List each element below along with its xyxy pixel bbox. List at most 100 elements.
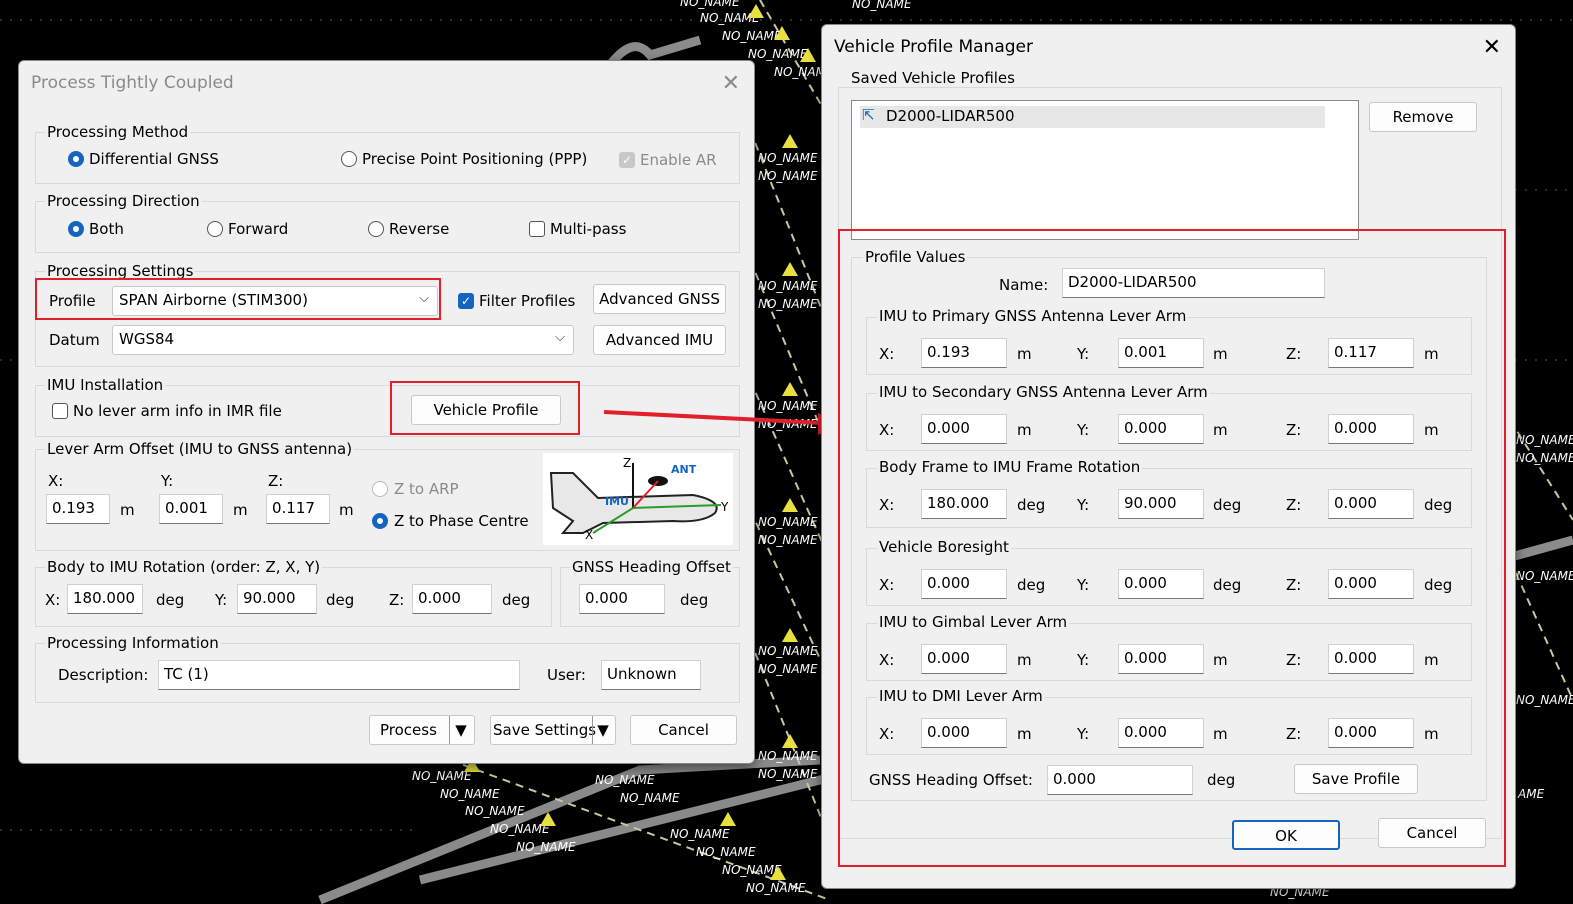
map-label: NO_NAME bbox=[1516, 693, 1573, 707]
imu-installation-label: IMU Installation bbox=[45, 376, 166, 394]
lever-y-label: Y: bbox=[161, 472, 174, 490]
body-rotation-label: Body to IMU Rotation (order: Z, X, Y) bbox=[45, 558, 323, 576]
enable-ar-checkbox: ✓ bbox=[619, 152, 635, 168]
aircraft-diagram: Z ANT IMU Y X bbox=[543, 453, 733, 545]
diagram-y-label: Y bbox=[720, 500, 729, 514]
advanced-gnss-button[interactable]: Advanced GNSS bbox=[593, 284, 726, 314]
save-settings-label: Save Settings bbox=[493, 721, 597, 739]
diagram-z-label: Z bbox=[623, 456, 631, 470]
datum-dropdown[interactable]: WGS84 ⌵ bbox=[112, 325, 574, 355]
radio-reverse[interactable] bbox=[368, 221, 384, 237]
lever-y-input[interactable]: 0.001 bbox=[159, 494, 223, 524]
dialog-title: Vehicle Profile Manager bbox=[834, 37, 1033, 57]
rot-z-unit: deg bbox=[502, 591, 531, 609]
map-label: NO_NAME bbox=[696, 845, 756, 859]
map-label: NO_NAME bbox=[1516, 569, 1573, 583]
radio-both[interactable] bbox=[68, 221, 84, 237]
map-label: NO_NAME bbox=[758, 749, 818, 763]
map-label: NO_NAME bbox=[746, 881, 806, 895]
dropdown-arrow-icon[interactable]: ▼ bbox=[592, 716, 613, 744]
forward-label: Forward bbox=[228, 220, 289, 238]
rot-y-label: Y: bbox=[215, 591, 228, 609]
user-input[interactable]: Unknown bbox=[601, 660, 701, 690]
vehicle-profile-highlight-box bbox=[390, 381, 580, 435]
no-lever-arm-label: No lever arm info in IMR file bbox=[73, 402, 282, 420]
description-input[interactable]: TC (1) bbox=[158, 660, 520, 690]
filter-profiles-label: Filter Profiles bbox=[479, 292, 576, 310]
rot-y-input[interactable]: 90.000 bbox=[237, 584, 317, 614]
map-label: NO_NAME bbox=[758, 169, 818, 183]
profile-listbox[interactable]: ⇱ D2000-LIDAR500 bbox=[851, 100, 1359, 240]
map-label: NO_NAME bbox=[748, 47, 808, 61]
chevron-down-icon: ⌵ bbox=[555, 330, 565, 345]
advanced-imu-button[interactable]: Advanced IMU bbox=[593, 325, 726, 355]
lever-z-unit: m bbox=[339, 501, 354, 519]
processing-method-label: Processing Method bbox=[45, 123, 191, 141]
map-label: AME bbox=[1517, 787, 1545, 801]
cancel-button[interactable]: Cancel bbox=[630, 715, 737, 745]
z-to-arp-label: Z to ARP bbox=[394, 480, 459, 498]
heading-offset-input[interactable]: 0.000 bbox=[579, 584, 665, 614]
close-icon[interactable]: ✕ bbox=[1483, 35, 1501, 60]
map-label: NO_NAME bbox=[670, 827, 730, 841]
vehicle-profile-manager-dialog: Vehicle Profile Manager ✕ Saved Vehicle … bbox=[821, 24, 1516, 889]
lever-z-input[interactable]: 0.117 bbox=[266, 494, 330, 524]
list-item[interactable]: ⇱ D2000-LIDAR500 bbox=[860, 106, 1325, 128]
close-icon[interactable]: ✕ bbox=[722, 71, 740, 96]
process-button[interactable]: Process ▼ bbox=[369, 715, 475, 745]
lever-y-unit: m bbox=[233, 501, 248, 519]
save-settings-button[interactable]: Save Settings ▼ bbox=[490, 715, 616, 745]
diagram-ant-label: ANT bbox=[671, 463, 697, 476]
datum-value: WGS84 bbox=[119, 330, 175, 348]
map-label: NO_NAME bbox=[758, 644, 818, 658]
diagram-imu-label: IMU bbox=[605, 495, 629, 508]
rot-y-unit: deg bbox=[326, 591, 355, 609]
dialog-title: Process Tightly Coupled bbox=[31, 73, 234, 93]
lever-arm-label: Lever Arm Offset (IMU to GNSS antenna) bbox=[45, 440, 355, 458]
map-label: NO_NAME bbox=[1516, 451, 1573, 465]
dropdown-arrow-icon[interactable]: ▼ bbox=[449, 716, 472, 744]
lever-x-label: X: bbox=[48, 472, 64, 490]
map-label: NO_NAME bbox=[758, 151, 818, 165]
description-label: Description: bbox=[58, 666, 149, 684]
remove-button[interactable]: Remove bbox=[1369, 102, 1477, 132]
differential-gnss-label: Differential GNSS bbox=[89, 150, 219, 168]
rot-z-label: Z: bbox=[389, 591, 405, 609]
radio-z-to-phase-centre[interactable] bbox=[372, 513, 388, 529]
multipass-checkbox[interactable] bbox=[529, 221, 545, 237]
radio-forward[interactable] bbox=[207, 221, 223, 237]
map-label: NO_NAME bbox=[758, 297, 818, 311]
map-label: NO_NAME bbox=[758, 767, 818, 781]
rot-x-label: X: bbox=[45, 591, 61, 609]
map-label: NO_NAME bbox=[758, 662, 818, 676]
map-label: NO_NAME bbox=[852, 0, 912, 11]
heading-offset-label: GNSS Heading Offset bbox=[570, 558, 733, 576]
heading-offset-unit: deg bbox=[680, 591, 709, 609]
filter-profiles-checkbox[interactable]: ✓ bbox=[458, 293, 474, 309]
map-label: NO_NAME bbox=[722, 29, 782, 43]
saved-profiles-label: Saved Vehicle Profiles bbox=[849, 69, 1017, 87]
rot-z-input[interactable]: 0.000 bbox=[412, 584, 492, 614]
process-label: Process bbox=[380, 721, 437, 739]
aircraft-diagram-image: Z ANT IMU Y X bbox=[549, 456, 729, 542]
rot-x-input[interactable]: 180.000 bbox=[67, 584, 143, 614]
map-label: NO_NAME bbox=[490, 822, 550, 836]
processing-info-label: Processing Information bbox=[45, 634, 221, 652]
map-label: NO_NAME bbox=[758, 533, 818, 547]
profile-values-highlight-box bbox=[838, 229, 1506, 867]
lever-z-label: Z: bbox=[268, 472, 284, 490]
user-label: User: bbox=[547, 666, 586, 684]
map-label: NO_NAME bbox=[758, 279, 818, 293]
z-to-phase-centre-label: Z to Phase Centre bbox=[394, 512, 529, 530]
map-label: NO_NAME bbox=[680, 0, 740, 9]
lever-x-input[interactable]: 0.193 bbox=[46, 494, 110, 524]
radio-differential-gnss[interactable] bbox=[68, 151, 84, 167]
ppp-label: Precise Point Positioning (PPP) bbox=[362, 150, 588, 168]
no-lever-arm-checkbox[interactable] bbox=[52, 403, 68, 419]
map-label: NO_NAME bbox=[620, 791, 680, 805]
profile-highlight-box bbox=[35, 278, 441, 320]
rot-x-unit: deg bbox=[156, 591, 185, 609]
radio-ppp[interactable] bbox=[341, 151, 357, 167]
datum-label: Datum bbox=[49, 331, 100, 349]
map-label: NO_NAME bbox=[595, 773, 655, 787]
